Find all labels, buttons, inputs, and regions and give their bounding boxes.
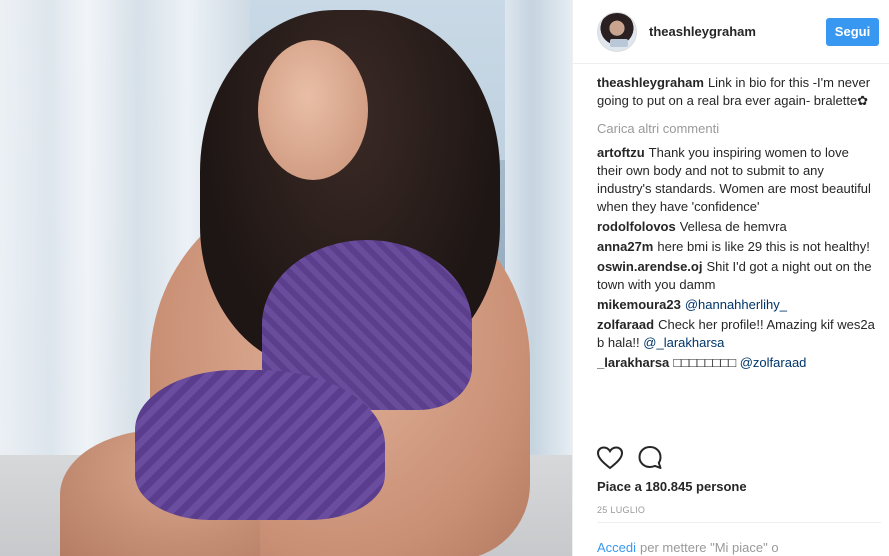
model-face [258, 40, 368, 180]
follow-button[interactable]: Segui [826, 17, 879, 46]
comments-list[interactable]: theashleygraham Link in bio for this -I'm… [597, 74, 877, 436]
login-text: per mettere "Mi piace" o [640, 540, 779, 555]
comment-item: artoftzu Thank you inspiring women to lov… [597, 144, 877, 216]
post-date[interactable]: 25 LUGLIO [597, 505, 645, 515]
comment-username[interactable]: zolfaraad [597, 317, 654, 332]
comment-username[interactable]: _larakharsa [597, 355, 669, 370]
comment-item: _larakharsa □□□□□□□□ @zolfaraad [597, 354, 877, 372]
comment-username[interactable]: oswin.arendse.oj [597, 259, 702, 274]
post-side-panel: theashleygraham Segui theashleygraham Lin… [572, 0, 889, 556]
comment-username[interactable]: artoftzu [597, 145, 645, 160]
header-username[interactable]: theashleygraham [649, 24, 756, 39]
post-header: theashleygraham Segui [573, 0, 889, 64]
comment-icon[interactable] [637, 445, 663, 476]
purple-briefs [135, 370, 385, 520]
comment-username[interactable]: rodolfolovos [597, 219, 676, 234]
action-bar [596, 445, 663, 476]
like-count[interactable]: Piace a 180.845 persone [597, 479, 747, 494]
comment-mention[interactable]: @zolfaraad [740, 355, 807, 370]
comment-item: rodolfolovos Vellesa de hemvra [597, 218, 877, 236]
comment-text: here bmi is like 29 this is not healthy! [657, 239, 870, 254]
divider [597, 522, 881, 523]
comment-item: anna27m here bmi is like 29 this is not h… [597, 238, 877, 256]
comment-username[interactable]: anna27m [597, 239, 653, 254]
post-photo[interactable] [0, 0, 572, 556]
heart-icon[interactable] [596, 445, 624, 475]
avatar[interactable] [597, 11, 637, 52]
comment-mention[interactable]: @hannahherlihy_ [685, 297, 787, 312]
caption: theashleygraham Link in bio for this -I'm… [597, 74, 877, 110]
login-link[interactable]: Accedi [597, 540, 636, 555]
comment-mention[interactable]: @_larakharsa [643, 335, 724, 350]
comment-text: Vellesa de hemvra [679, 219, 787, 234]
comment-username[interactable]: mikemoura23 [597, 297, 681, 312]
comment-item: zolfaraad Check her profile!! Amazing kif… [597, 316, 877, 352]
login-prompt: Accedi per mettere "Mi piace" o [597, 540, 779, 555]
comment-item: mikemoura23 @hannahherlihy_ [597, 296, 877, 314]
comment-item: oswin.arendse.oj Shit I'd got a night out… [597, 258, 877, 294]
comment-text: □□□□□□□□ [673, 355, 737, 370]
load-more-comments[interactable]: Carica altri commenti [597, 120, 877, 138]
caption-username[interactable]: theashleygraham [597, 75, 704, 90]
